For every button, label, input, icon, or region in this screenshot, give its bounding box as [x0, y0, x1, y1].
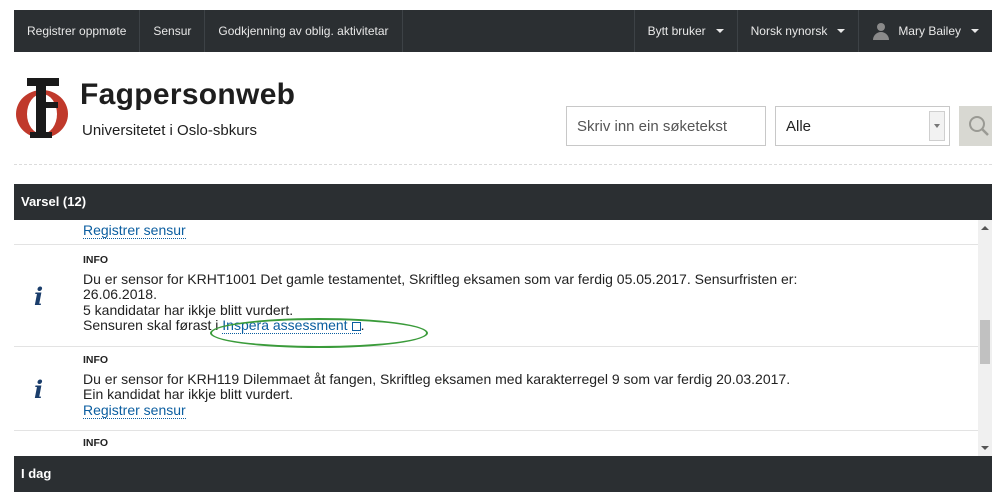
list-item: Registrer sensur — [14, 220, 978, 245]
inspera-assessment-link[interactable]: Inspera assessment — [222, 317, 361, 334]
site-header: Fagpersonweb Universitetet i Oslo-sbkurs… — [14, 52, 992, 165]
today-section-title[interactable]: I dag — [14, 456, 992, 492]
list-item: i INFO Du er sensor for KRHT1001 Det gam… — [14, 244, 978, 347]
user-icon — [872, 22, 890, 40]
list-item: INFO — [14, 430, 978, 456]
user-menu[interactable]: Mary Bailey — [859, 10, 992, 52]
scrollbar-thumb[interactable] — [980, 320, 990, 364]
search-scope-select[interactable]: Alle — [775, 106, 950, 146]
info-icon: i — [34, 282, 44, 311]
notification-text: Du er sensor for KRH119 Dilemmaet åt fan… — [83, 370, 791, 387]
notification-type: INFO — [83, 354, 109, 366]
scrollbar[interactable] — [978, 220, 992, 456]
notification-text: 5 kandidatar har ikkje blitt vurdert. — [83, 301, 294, 318]
switch-user-menu[interactable]: Bytt bruker — [635, 10, 738, 52]
caret-down-icon — [837, 29, 846, 33]
notifications-list[interactable]: Registrer sensur i INFO Du er sensor for… — [14, 220, 992, 456]
list-item: i INFO Du er sensor for KRH119 Dilemmaet… — [14, 346, 978, 431]
notifications-panel: Varsel (12) Registrer sensur i INFO Du e… — [14, 184, 992, 492]
notification-text: Ein kandidat har ikkje blitt vurdert. — [83, 386, 294, 402]
caret-down-icon — [715, 29, 724, 33]
panel-title[interactable]: Varsel (12) — [14, 184, 992, 220]
nav-sensur[interactable]: Sensur — [140, 10, 206, 52]
chevron-down-icon — [929, 111, 945, 141]
external-link-icon — [351, 322, 361, 331]
notification-text: Du er sensor for KRHT1001 Det gamle test… — [83, 270, 798, 287]
university-logo[interactable] — [14, 74, 70, 140]
user-name: Mary Bailey — [898, 24, 961, 38]
top-navigation: Registrer oppmøte Sensur Godkjenning av … — [14, 10, 992, 52]
caret-down-icon — [971, 29, 979, 33]
info-icon: i — [34, 375, 44, 404]
search-input[interactable] — [566, 106, 766, 146]
search-button[interactable] — [959, 106, 992, 146]
notification-text: 26.06.2018. — [83, 286, 157, 302]
search-icon — [969, 116, 989, 136]
search-scope-value: Alle — [786, 118, 812, 135]
registrer-sensur-link[interactable]: Registrer sensur — [83, 222, 186, 239]
site-subtitle: Universitetet i Oslo-sbkurs — [82, 122, 258, 139]
switch-user-label: Bytt bruker — [647, 24, 706, 38]
nav-registrer-oppmote[interactable]: Registrer oppmøte — [14, 10, 141, 52]
language-menu[interactable]: Norsk nynorsk — [738, 10, 860, 52]
frame-margin — [0, 0, 14, 492]
nav-godkjenning[interactable]: Godkjenning av oblig. aktivitetar — [205, 10, 403, 52]
registrer-sensur-link[interactable]: Registrer sensur — [83, 401, 186, 419]
nav-spacer — [403, 10, 635, 52]
scroll-down-icon[interactable] — [981, 446, 989, 450]
notification-type: INFO — [83, 437, 109, 449]
language-label: Norsk nynorsk — [750, 24, 828, 38]
scroll-up-icon[interactable] — [981, 226, 989, 230]
notification-type: INFO — [83, 254, 109, 266]
site-title[interactable]: Fagpersonweb — [80, 78, 295, 112]
notification-text: Sensuren skal førast i — [83, 317, 223, 333]
